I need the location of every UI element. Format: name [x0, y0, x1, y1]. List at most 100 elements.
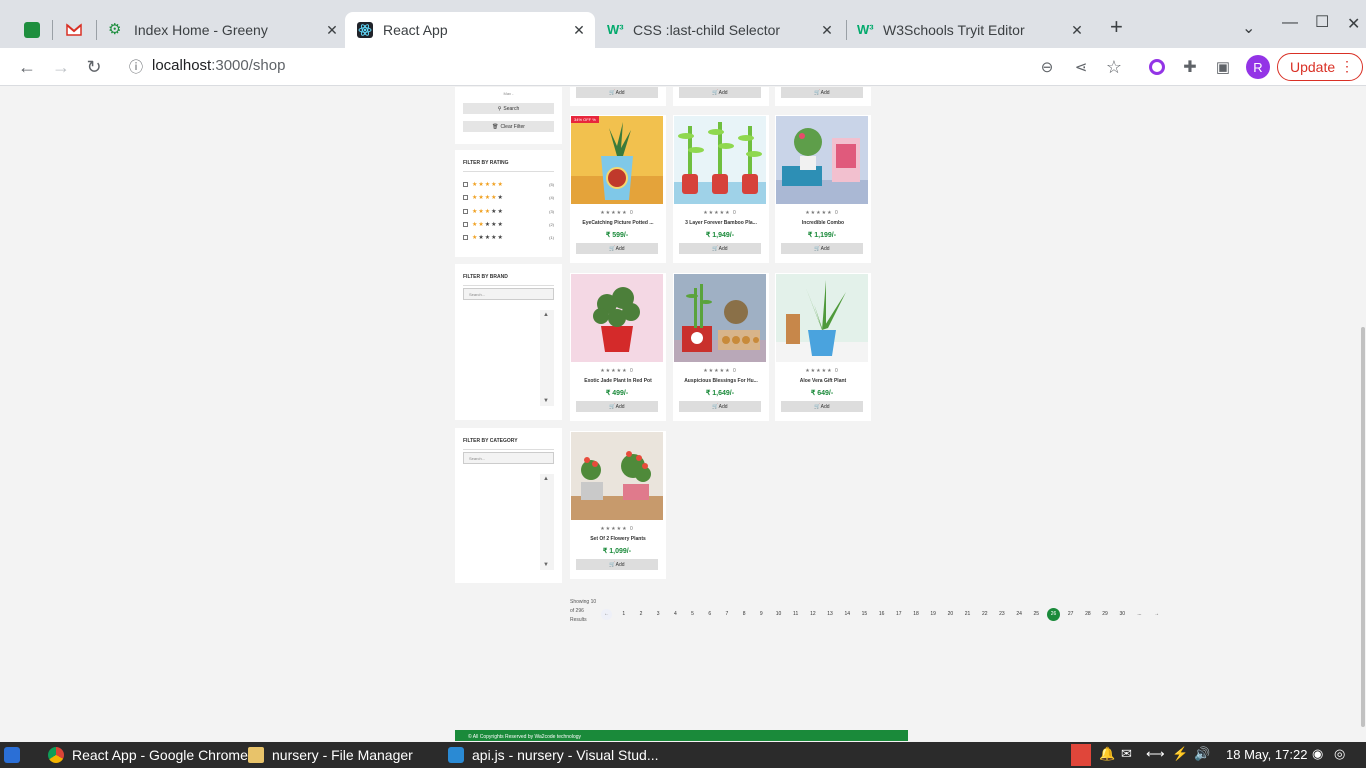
scrollbar-thumb[interactable]: [1361, 327, 1365, 727]
tab-index-home[interactable]: ⚙ Index Home - Greeny ✕: [108, 12, 340, 48]
add-to-cart-button[interactable]: 🛒 Add: [679, 87, 761, 98]
taskbar-item-chrome[interactable]: React App - Google Chrome: [48, 742, 248, 768]
close-icon[interactable]: ✕: [324, 22, 340, 39]
close-icon[interactable]: ✕: [819, 22, 835, 39]
product-image[interactable]: [571, 116, 663, 204]
close-icon[interactable]: ✕: [571, 22, 587, 39]
product-name[interactable]: EyeCatching Picture Potted ...: [574, 220, 662, 226]
product-image[interactable]: [776, 116, 868, 204]
add-to-cart-button[interactable]: 🛒 Add: [679, 243, 761, 254]
more-menu-icon[interactable]: ⋮: [1340, 58, 1354, 75]
profile-avatar[interactable]: R: [1246, 55, 1270, 79]
checkbox[interactable]: [463, 221, 468, 227]
update-button[interactable]: Update ⋮: [1277, 53, 1363, 81]
pagination-page-8[interactable]: 8: [736, 608, 753, 620]
category-search-input[interactable]: Search...: [463, 452, 554, 464]
pagination-page-16[interactable]: 16: [873, 608, 890, 620]
checkbox[interactable]: [463, 208, 468, 214]
close-icon[interactable]: ✕: [1069, 22, 1085, 39]
product-card[interactable]: ★★★★★ 0 Incredible Combo ₹ 1,199/- 🛒 Add: [775, 115, 871, 263]
product-name[interactable]: Incredible Combo: [779, 220, 867, 226]
rating-option-5[interactable]: ★★★★★ (5): [463, 180, 554, 188]
pagination-page-2[interactable]: 2: [632, 608, 649, 620]
scroll-up-icon[interactable]: ▲: [543, 476, 549, 482]
pagination-page-24[interactable]: 24: [1011, 608, 1028, 620]
product-image[interactable]: [674, 116, 766, 204]
git-tray-icon[interactable]: [1071, 744, 1091, 766]
brand-search-input[interactable]: Search...: [463, 288, 554, 300]
pagination-page-13[interactable]: 13: [821, 608, 838, 620]
pagination-page-19[interactable]: 19: [925, 608, 942, 620]
site-info-icon[interactable]: ⓘ: [125, 56, 147, 78]
page-scrollbar[interactable]: [1360, 87, 1366, 741]
product-card[interactable]: ★★★★★ 0 Aloe Vera Gift Plant ₹ 649/- 🛒 Ad…: [775, 273, 871, 421]
max-price-input[interactable]: Max -: [463, 91, 554, 96]
product-name[interactable]: Aloe Vera Gift Plant: [779, 378, 867, 384]
add-to-cart-button[interactable]: 🛒 Add: [576, 243, 658, 254]
back-arrow-icon[interactable]: ←: [16, 56, 38, 78]
pagination-page-1[interactable]: 1: [615, 608, 632, 620]
add-to-cart-button[interactable]: 🛒 Add: [576, 401, 658, 412]
pagination-page-30[interactable]: 30: [1114, 608, 1131, 620]
tab-search-chevron-icon[interactable]: ⌄: [1242, 18, 1255, 38]
forward-arrow-icon[interactable]: →: [50, 56, 72, 78]
add-to-cart-button[interactable]: 🛒 Add: [781, 401, 863, 412]
pagination-page-5[interactable]: 5: [684, 608, 701, 620]
address-bar[interactable]: localhost:3000/shop: [152, 57, 285, 74]
price-search-button[interactable]: ⚲ Search: [463, 103, 554, 114]
add-to-cart-button[interactable]: 🛒 Add: [781, 87, 863, 98]
pagination-page-26[interactable]: 26: [1045, 607, 1062, 621]
pagination-page-15[interactable]: 15: [856, 608, 873, 620]
tab-css-last-child[interactable]: W³ CSS :last-child Selector ✕: [607, 12, 835, 48]
product-card[interactable]: ★★★★★ 0 Set Of 2 Flowery Plants ₹ 1,099/…: [570, 431, 666, 579]
product-name[interactable]: Exotic Jade Plant In Red Pot: [574, 378, 662, 384]
share-icon[interactable]: ⋖: [1070, 56, 1092, 78]
pagination-page-22[interactable]: 22: [976, 608, 993, 620]
product-image[interactable]: [776, 274, 868, 362]
reload-icon[interactable]: ↻: [83, 56, 105, 78]
tab-pinned-gmail[interactable]: [66, 12, 86, 48]
pagination-page-9[interactable]: 9: [753, 608, 770, 620]
checkbox[interactable]: [463, 234, 468, 240]
tab-react-app[interactable]: React App ✕: [345, 12, 595, 48]
clock[interactable]: 18 May, 17:22: [1226, 747, 1307, 762]
rating-option-2[interactable]: ★★★★★ (2): [463, 220, 554, 228]
minimize-button[interactable]: —: [1282, 14, 1298, 32]
pagination-page-21[interactable]: 21: [959, 608, 976, 620]
pagination-page-10[interactable]: 10: [770, 608, 787, 620]
chrome-tray-icon[interactable]: ◎: [1334, 746, 1345, 762]
brand-list[interactable]: ▲ ▼: [463, 310, 554, 406]
pagination-page-3[interactable]: 3: [650, 608, 667, 620]
mail-icon[interactable]: ✉: [1121, 746, 1132, 762]
add-to-cart-button[interactable]: 🛒 Add: [576, 87, 658, 98]
product-card[interactable]: ★★★★★ 0 Exotic Jade Plant In Red Pot ₹ 4…: [570, 273, 666, 421]
product-name[interactable]: Auspicious Blessings For Hu...: [677, 378, 765, 384]
pagination-page-7[interactable]: 7: [718, 608, 735, 620]
add-to-cart-button[interactable]: 🛒 Add: [576, 559, 658, 570]
product-image[interactable]: [571, 274, 663, 362]
checkbox[interactable]: [463, 194, 468, 200]
pagination-page-12[interactable]: 12: [804, 608, 821, 620]
add-to-cart-button[interactable]: 🛒 Add: [679, 401, 761, 412]
rating-option-1[interactable]: ★★★★★ (1): [463, 233, 554, 241]
maximize-button[interactable]: ☐: [1315, 12, 1329, 32]
pagination-page-23[interactable]: 23: [993, 608, 1010, 620]
volume-icon[interactable]: 🔊: [1194, 746, 1210, 762]
product-card[interactable]: 34% OFF % ★★★★★ 0 EyeCatching Picture Po…: [570, 115, 666, 263]
pagination-page-17[interactable]: 17: [890, 608, 907, 620]
tab-pinned-chat[interactable]: [24, 12, 44, 48]
close-window-button[interactable]: ✕: [1347, 14, 1360, 34]
new-tab-button[interactable]: +: [1110, 14, 1123, 40]
scrollbar[interactable]: ▲ ▼: [540, 310, 554, 406]
pagination-page-29[interactable]: 29: [1096, 608, 1113, 620]
pagination-prev-button[interactable]: ←: [598, 608, 615, 620]
clear-filter-button[interactable]: 🗑 Clear Filter: [463, 121, 554, 132]
pagination-page-25[interactable]: 25: [1028, 608, 1045, 620]
pagination-page-6[interactable]: 6: [701, 608, 718, 620]
scroll-up-icon[interactable]: ▲: [543, 312, 549, 318]
bookmark-star-icon[interactable]: ☆: [1103, 56, 1125, 78]
rating-option-4[interactable]: ★★★★★ (4): [463, 193, 554, 201]
checkbox[interactable]: [463, 181, 468, 187]
scrollbar[interactable]: ▲ ▼: [540, 474, 554, 570]
pagination-next-button[interactable]: →: [1148, 608, 1165, 620]
